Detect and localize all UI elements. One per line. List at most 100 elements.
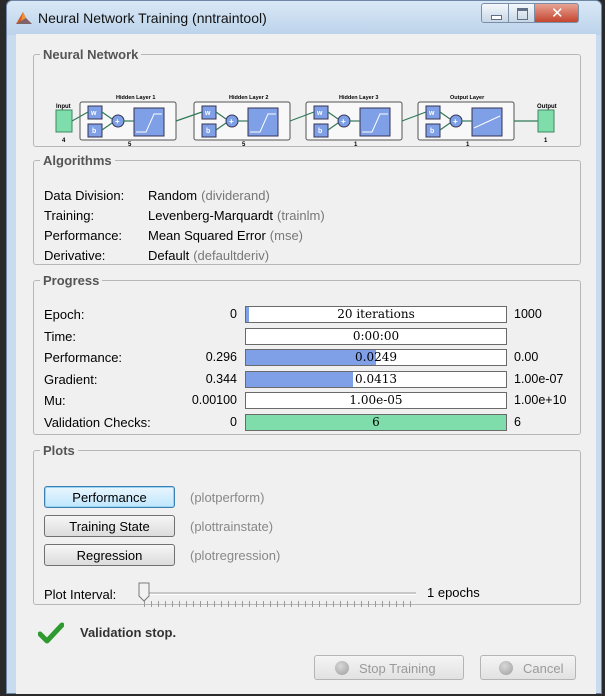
plot-interval-label: Plot Interval: xyxy=(44,587,117,602)
layer-size: 1 xyxy=(466,142,470,148)
algorithm-function: (trainlm) xyxy=(277,208,325,223)
weight-symbol: w xyxy=(428,110,435,117)
progress-label: Gradient: xyxy=(44,371,98,387)
algorithm-value: Default xyxy=(148,248,190,263)
progress-current-value: 0.0249 xyxy=(355,350,397,364)
sum-symbol: + xyxy=(229,117,234,126)
progress-start-value: 0 xyxy=(230,414,237,429)
layer-name: Hidden Layer 3 xyxy=(339,95,378,101)
window-title: Neural Network Training (nntraintool) xyxy=(38,10,267,26)
algorithm-function: (mse) xyxy=(269,228,303,243)
training-state-plot-button[interactable]: Training State xyxy=(44,515,175,537)
neural-network-panel: Neural Network Input 4 Hidden Layer 1 w … xyxy=(33,47,581,148)
plot-interval-slider-track[interactable] xyxy=(144,592,416,595)
stop-icon xyxy=(335,661,349,675)
progress-panel: Progress Epoch: 0 20 iterations 1000 Time: 0:… xyxy=(33,273,581,435)
output-node xyxy=(537,109,555,133)
progress-bar: 0:00:00 xyxy=(245,327,507,345)
progress-current-value: 0.0413 xyxy=(355,371,397,386)
algorithm-value: Mean Squared Error xyxy=(148,228,266,243)
algorithms-panel: Algorithms Data Division: Random (dividera… xyxy=(33,153,581,265)
progress-label: Epoch: xyxy=(44,307,85,322)
progress-start-value: 0.344 xyxy=(205,371,237,386)
cancel-icon xyxy=(499,661,513,675)
progress-label: Validation Checks: xyxy=(44,414,151,430)
progress-bar: 20 iterations xyxy=(245,306,507,323)
performance-plot-function: (plotperform) xyxy=(190,490,265,505)
algorithm-key: Performance: xyxy=(44,228,123,243)
progress-current-value: 1.00e-05 xyxy=(349,393,403,407)
progress-bar: 1.00e-05 xyxy=(245,392,507,409)
algorithm-value: Random xyxy=(148,188,198,203)
weight-symbol: w xyxy=(204,110,211,117)
layer-name: Output Layer xyxy=(450,95,485,101)
input-size: 4 xyxy=(62,138,66,144)
plots-panel: Plots Performance (plotperform) Training… xyxy=(33,443,581,607)
sum-symbol: + xyxy=(115,117,120,126)
plot-interval-slider-ticks xyxy=(144,601,416,607)
output-size: 1 xyxy=(544,138,548,144)
algorithm-function: (dividerand) xyxy=(201,188,270,203)
stop-training-button[interactable]: Stop Training xyxy=(314,655,464,680)
performance-plot-button[interactable]: Performance xyxy=(44,486,175,508)
progress-label: Time: xyxy=(44,328,77,344)
title-bar: Neural Network Training (nntraintool) ✕ xyxy=(7,1,601,35)
algorithms-heading: Algorithms xyxy=(43,153,112,168)
algorithm-key: Derivative: xyxy=(44,248,106,263)
algorithm-key: Training: xyxy=(44,208,95,223)
bias-symbol: b xyxy=(92,128,96,135)
algorithm-key: Data Division: xyxy=(44,188,125,203)
progress-current-value: 6 xyxy=(372,414,380,429)
close-button[interactable]: ✕ xyxy=(534,3,579,23)
layer-size: 5 xyxy=(242,142,246,148)
progress-bar: 0.0249 xyxy=(245,349,507,366)
sum-symbol: + xyxy=(453,117,458,126)
plot-interval-slider-thumb[interactable] xyxy=(138,582,150,602)
network-diagram: Input 4 Hidden Layer 1 w b + 5 Hidden La… xyxy=(55,95,557,148)
regression-plot-button[interactable]: Regression xyxy=(44,544,175,566)
layer-name: Hidden Layer 2 xyxy=(229,95,268,101)
algorithm-row-data-division: Data Division: Random (dividerand) xyxy=(44,188,270,203)
maximize-button[interactable] xyxy=(508,3,535,23)
cancel-button[interactable]: Cancel xyxy=(480,655,576,680)
progress-start-value: 0.296 xyxy=(205,350,237,364)
bias-symbol: b xyxy=(206,128,210,135)
plot-interval-value: 1 epochs xyxy=(427,585,480,600)
layer-size: 5 xyxy=(128,142,132,148)
matlab-logo-icon xyxy=(16,12,32,24)
progress-end-value: 6 xyxy=(514,414,521,429)
algorithm-function: (defaultderiv) xyxy=(193,248,270,263)
layer-size: 1 xyxy=(354,142,358,148)
close-icon: ✕ xyxy=(551,4,564,22)
minimize-button[interactable] xyxy=(481,3,509,23)
cancel-label: Cancel xyxy=(523,661,564,676)
bias-symbol: b xyxy=(318,128,322,135)
progress-end-value: 1000 xyxy=(514,307,542,321)
progress-end-value: 0.00 xyxy=(514,350,539,364)
progress-start-value: 0.00100 xyxy=(191,393,237,407)
input-node xyxy=(55,109,73,133)
training-state-plot-function: (plottrainstate) xyxy=(190,519,274,534)
progress-start-value: 0 xyxy=(230,307,237,321)
progress-label: Performance: xyxy=(44,350,123,365)
algorithm-row-training: Training: Levenberg-Marquardt (trainlm) xyxy=(44,208,325,223)
progress-label: Mu: xyxy=(44,393,66,408)
algorithm-row-derivative: Derivative: Default (defaultderiv) xyxy=(44,248,269,263)
input-label: Input xyxy=(56,104,71,110)
layer-name: Hidden Layer 1 xyxy=(116,95,155,101)
bias-symbol: b xyxy=(430,128,434,135)
algorithm-value: Levenberg-Marquardt xyxy=(148,208,274,223)
weight-symbol: w xyxy=(316,110,323,117)
progress-current-value: 0:00:00 xyxy=(352,328,400,343)
regression-plot-function: (plotregression) xyxy=(190,548,281,563)
progress-bar: 6 xyxy=(245,413,507,431)
sum-symbol: + xyxy=(341,117,346,126)
checkmark-icon xyxy=(38,622,64,644)
plots-heading: Plots xyxy=(43,443,75,458)
progress-end-value: 1.00e-07 xyxy=(514,371,564,386)
progress-heading: Progress xyxy=(43,273,100,288)
progress-end-value: 1.00e+10 xyxy=(514,393,567,407)
stop-training-label: Stop Training xyxy=(359,661,436,676)
progress-current-value: 20 iterations xyxy=(337,307,415,321)
algorithm-row-performance: Performance: Mean Squared Error (mse) xyxy=(44,228,303,243)
